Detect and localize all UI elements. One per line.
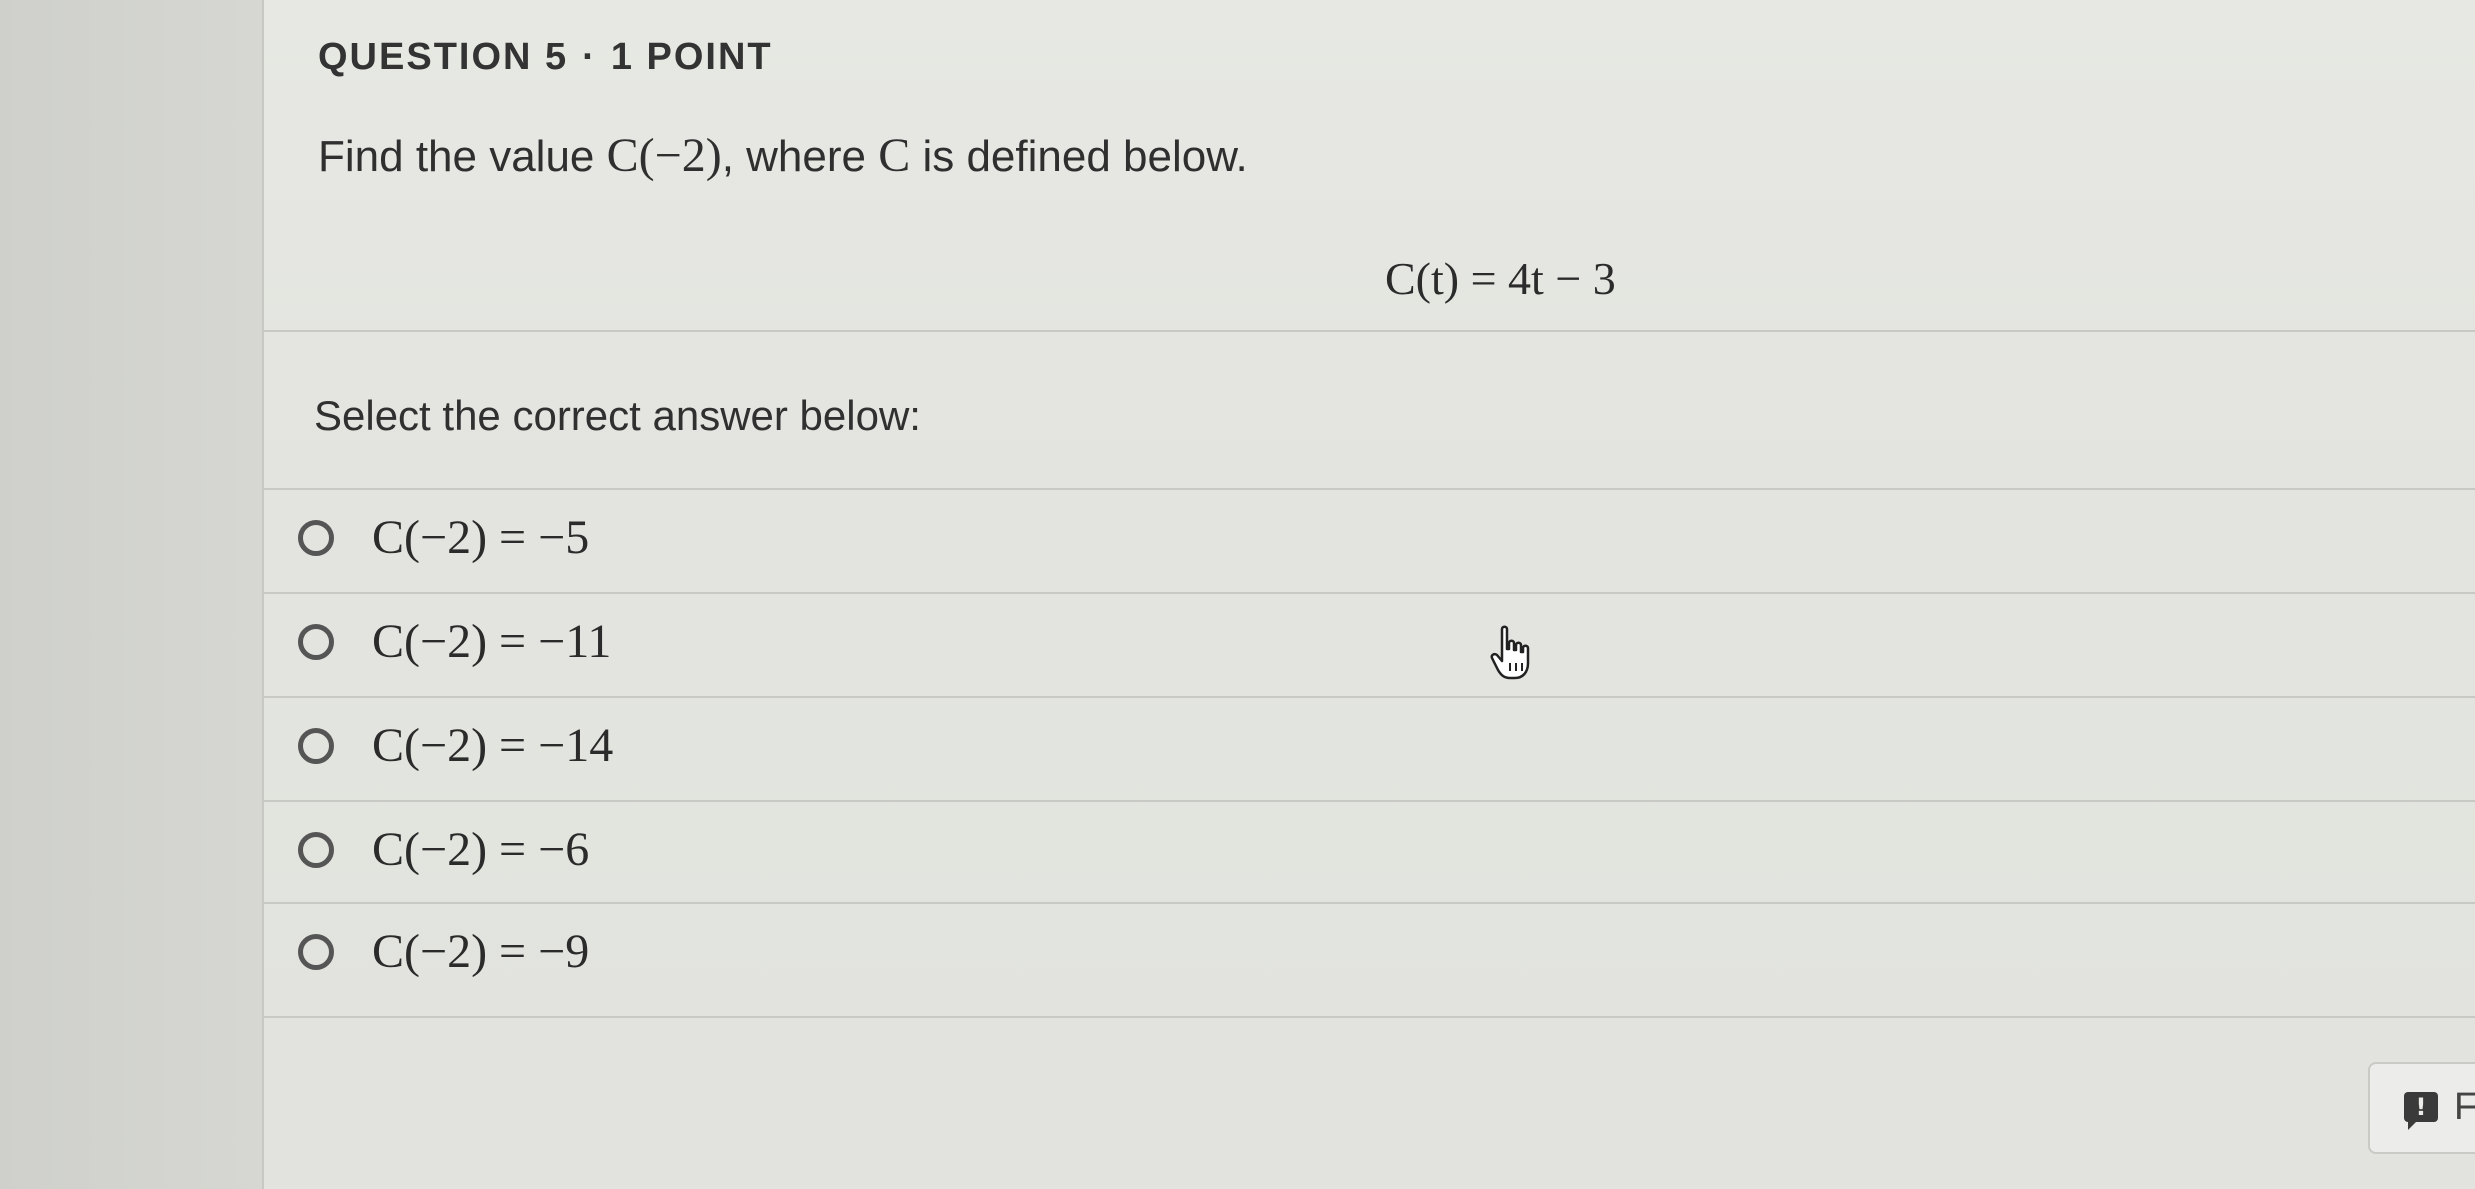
function-definition: C(t) = 4t − 3 [1385, 253, 1616, 304]
radio-button[interactable] [298, 832, 334, 868]
radio-button[interactable] [298, 520, 334, 556]
prompt-middle: , where [721, 132, 879, 181]
prompt-prefix: Find the value [318, 132, 607, 181]
answer-option[interactable]: C(−2) = −9 [262, 904, 2475, 1004]
answer-option-label: C(−2) = −6 [372, 823, 590, 876]
divider [262, 330, 2475, 332]
instruction-text: Select the correct answer below: [314, 392, 921, 439]
header-separator: · [582, 36, 597, 78]
question-prompt: Find the value C(−2), where C is defined… [318, 128, 1248, 183]
question-number: QUESTION 5 [318, 36, 569, 78]
answer-option[interactable]: C(−2) = −5 [262, 490, 2475, 590]
answer-option-label: C(−2) = −11 [372, 615, 612, 668]
prompt-value: C(−2) [606, 129, 722, 182]
answer-option-label: C(−2) = −9 [372, 925, 590, 978]
prompt-symbol: C [878, 129, 911, 182]
question-header: QUESTION 5 · 1 POINT [318, 36, 773, 79]
radio-button[interactable] [298, 728, 334, 764]
answer-option-label: C(−2) = −14 [372, 719, 614, 772]
radio-button[interactable] [298, 624, 334, 660]
radio-button[interactable] [298, 934, 334, 970]
answer-option-label: C(−2) = −5 [372, 511, 590, 564]
feedback-label: F [2454, 1086, 2475, 1128]
feedback-icon: ! [2404, 1092, 2438, 1130]
answer-option[interactable]: C(−2) = −6 [262, 802, 2475, 902]
answer-option[interactable]: C(−2) = −14 [262, 698, 2475, 798]
prompt-suffix: is defined below. [910, 132, 1248, 181]
left-gutter [0, 0, 262, 1189]
feedback-button[interactable]: ! F [2368, 1062, 2475, 1154]
answer-option[interactable]: C(−2) = −11 [262, 594, 2475, 694]
divider [262, 1016, 2475, 1018]
hand-pointer-icon [1490, 625, 1530, 680]
question-points: 1 POINT [610, 36, 773, 78]
